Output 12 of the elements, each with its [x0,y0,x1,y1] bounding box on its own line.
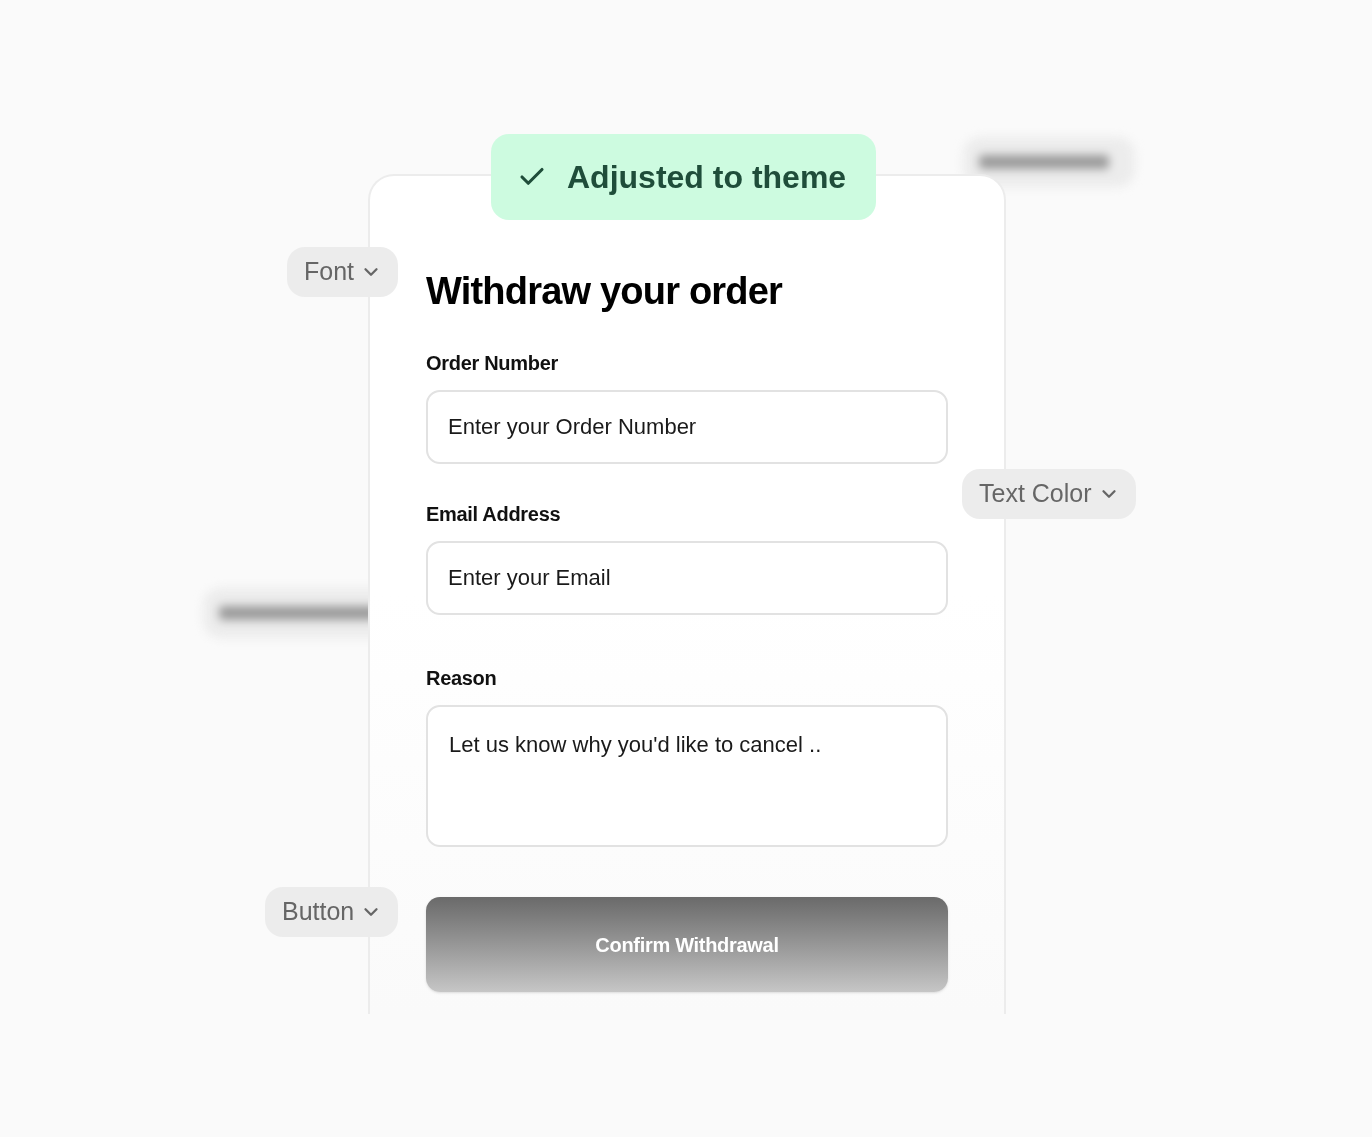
form-title: Withdraw your order [426,269,784,314]
confirm-withdrawal-button[interactable]: Confirm Withdrawal [426,897,948,992]
style-chip[interactable]: Button [265,887,399,937]
text-field[interactable]: Enter your Order Number [426,390,948,464]
field-label: Email Address [426,502,562,526]
badge-label: Adjusted to theme [567,158,847,196]
style-chip[interactable]: Text Color [962,469,1136,519]
style-chip[interactable]: Font [287,247,399,297]
reason-textarea[interactable]: Let us know why you'd like to cancel .. [426,705,948,847]
field-label: Order Number [426,351,559,375]
text-field[interactable]: Enter your Email [426,541,948,615]
field-label: Reason [426,666,498,690]
